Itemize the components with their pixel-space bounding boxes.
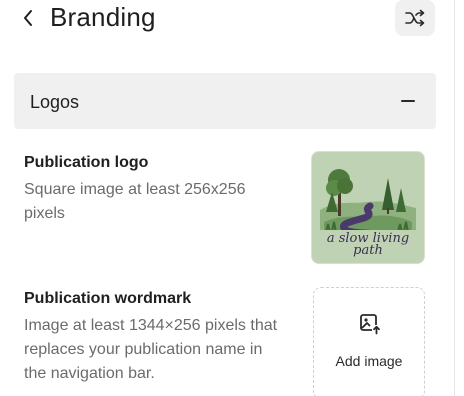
image-upload-icon: [360, 314, 381, 335]
shuffle-icon: [405, 9, 425, 27]
shuffle-button[interactable]: [395, 0, 435, 36]
publication-wordmark-title: Publication wordmark: [24, 290, 192, 307]
add-image-label: Add image: [335, 353, 403, 369]
panel-divider: [454, 0, 455, 396]
publication-logo-title: Publication logo: [24, 154, 149, 171]
back-button[interactable]: [18, 6, 38, 30]
chevron-left-icon: [24, 10, 32, 26]
publication-wordmark-description: Image at least 1344×256 pixels that repl…: [24, 317, 278, 382]
page-title: Branding: [50, 2, 156, 32]
publication-logo-description: Square image at least 256x256 pixels: [24, 181, 246, 222]
minus-icon: [401, 100, 415, 102]
page-header: Branding: [0, 0, 464, 38]
publication-logo-image[interactable]: a slow living path: [311, 151, 425, 264]
collapse-button[interactable]: [398, 91, 418, 111]
add-image-button[interactable]: Add image: [313, 287, 425, 396]
logos-section-header[interactable]: Logos: [14, 73, 436, 129]
section-title: Logos: [30, 92, 80, 112]
logo-text-line2: path: [353, 243, 383, 258]
